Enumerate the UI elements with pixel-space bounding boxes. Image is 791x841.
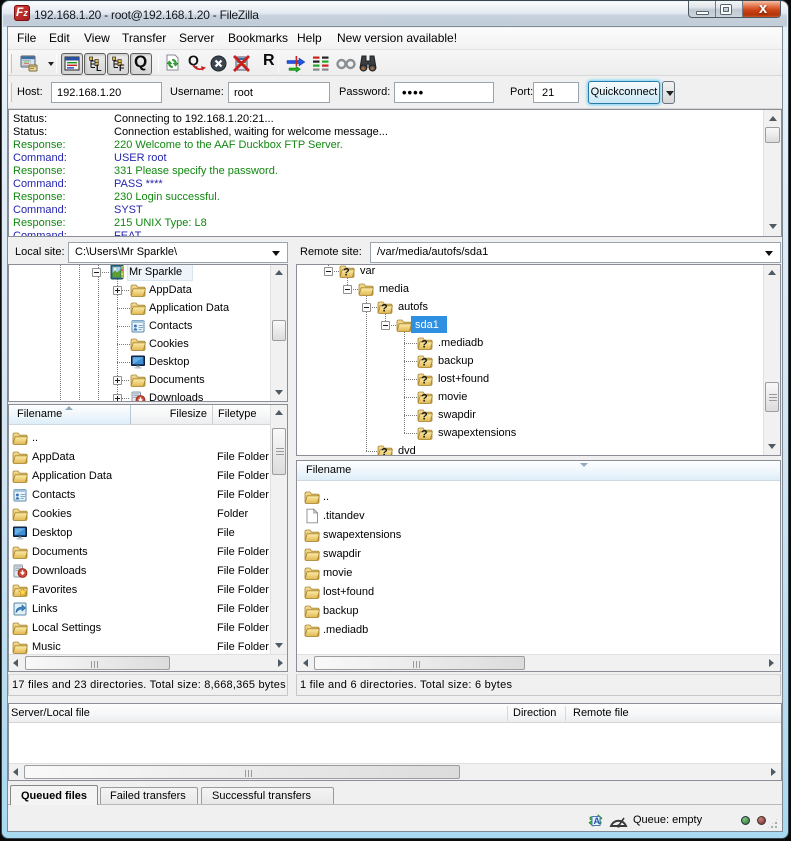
- svg-text:F: F: [119, 63, 125, 72]
- svg-text:A: A: [594, 816, 601, 826]
- svg-text:L: L: [96, 63, 102, 72]
